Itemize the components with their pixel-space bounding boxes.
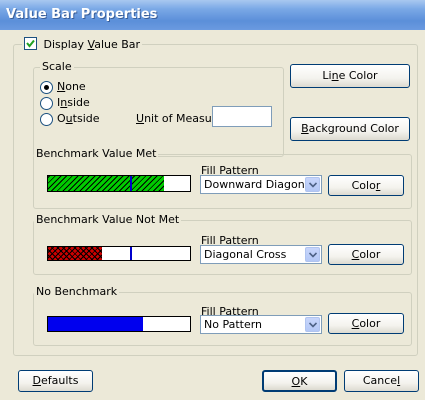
chevron-down-icon[interactable] bbox=[305, 317, 320, 332]
scale-outside-label[interactable]: Outside bbox=[57, 112, 100, 125]
bar-fill bbox=[48, 247, 102, 260]
scale-inside-radio[interactable] bbox=[40, 97, 53, 110]
line-color-button[interactable]: Line Color bbox=[290, 64, 410, 88]
benchmark-not-met-preview-bar bbox=[47, 246, 191, 261]
fill-pattern-select[interactable]: Diagonal Cross bbox=[200, 245, 322, 264]
scale-legend: Scale bbox=[40, 60, 74, 73]
benchmark-met-color-button[interactable]: Color bbox=[328, 175, 404, 196]
chevron-down-icon[interactable] bbox=[305, 247, 320, 262]
scale-none-radio[interactable] bbox=[40, 81, 53, 94]
ok-button[interactable]: OK bbox=[262, 370, 337, 392]
benchmark-marker bbox=[130, 176, 132, 191]
background-color-button[interactable]: Background Color bbox=[290, 117, 410, 141]
chevron-down-icon[interactable] bbox=[305, 177, 320, 192]
no-benchmark-legend: No Benchmark bbox=[34, 285, 120, 298]
benchmark-value-not-met-legend: Benchmark Value Not Met bbox=[34, 213, 182, 226]
display-value-bar-legend: Display Value Bar bbox=[22, 37, 143, 51]
title-bar[interactable]: Value Bar Properties bbox=[0, 0, 425, 30]
cancel-button[interactable]: Cancel bbox=[344, 370, 419, 392]
display-value-bar-label[interactable]: Display Value Bar bbox=[44, 38, 141, 51]
benchmark-met-preview-bar bbox=[47, 175, 191, 192]
unit-of-measure-input[interactable] bbox=[212, 106, 272, 127]
display-value-bar-checkbox[interactable] bbox=[24, 37, 37, 50]
scale-inside-label[interactable]: Inside bbox=[57, 96, 90, 109]
benchmark-value-met-legend: Benchmark Value Met bbox=[34, 147, 159, 160]
dialog-window: Value Bar Properties Display Value Bar S… bbox=[0, 0, 425, 400]
no-benchmark-color-button[interactable]: Color bbox=[328, 313, 404, 334]
scale-none-label[interactable]: None bbox=[57, 80, 86, 93]
scale-outside-radio[interactable] bbox=[40, 113, 53, 126]
fill-pattern-select[interactable]: Downward Diagonal bbox=[200, 175, 322, 194]
bar-fill bbox=[48, 317, 143, 331]
defaults-button[interactable]: Defaults bbox=[18, 370, 93, 392]
fill-pattern-select[interactable]: No Pattern bbox=[200, 315, 322, 334]
benchmark-not-met-color-button[interactable]: Color bbox=[328, 244, 404, 265]
benchmark-marker bbox=[130, 247, 132, 260]
no-benchmark-preview-bar bbox=[47, 316, 191, 332]
window-title: Value Bar Properties bbox=[6, 7, 158, 22]
checkmark-icon bbox=[26, 39, 35, 48]
bar-fill bbox=[48, 176, 164, 191]
